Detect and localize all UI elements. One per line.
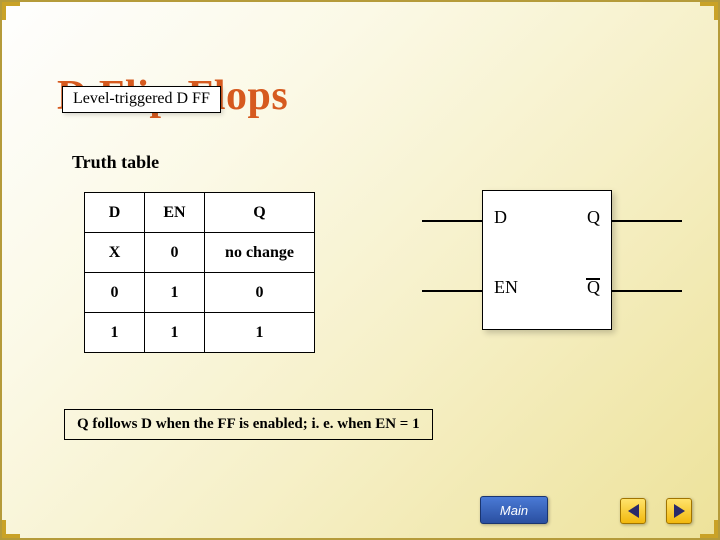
table-row: X 0 no change [85, 233, 315, 273]
corner-ornament [2, 520, 20, 538]
main-button[interactable]: Main [480, 496, 548, 524]
table-row: 0 1 0 [85, 273, 315, 313]
col-header-q: Q [205, 193, 315, 233]
pin-label-d: D [494, 207, 507, 228]
wire-en-in [422, 290, 482, 292]
corner-ornament [700, 520, 718, 538]
cell-q: no change [205, 233, 315, 273]
cell-en: 0 [145, 233, 205, 273]
pin-label-qbar: Q [587, 277, 600, 298]
table-header-row: D EN Q [85, 193, 315, 233]
prev-button[interactable] [620, 498, 646, 524]
cell-en: 1 [145, 313, 205, 353]
pin-label-en: EN [494, 277, 518, 298]
truth-table-heading: Truth table [72, 152, 159, 173]
cell-q: 1 [205, 313, 315, 353]
cell-q: 0 [205, 273, 315, 313]
subtitle-box: Level-triggered D FF [62, 86, 221, 113]
arrow-right-icon [674, 504, 685, 518]
qbar-overbar [586, 278, 600, 280]
arrow-left-icon [628, 504, 639, 518]
truth-table: D EN Q X 0 no change 0 1 0 1 1 1 [84, 192, 315, 353]
wire-qbar-out [612, 290, 682, 292]
description-box: Q follows D when the FF is enabled; i. e… [64, 409, 433, 440]
corner-ornament [700, 2, 718, 20]
col-header-d: D [85, 193, 145, 233]
table-row: 1 1 1 [85, 313, 315, 353]
cell-en: 1 [145, 273, 205, 313]
cell-d: X [85, 233, 145, 273]
wire-d-in [422, 220, 482, 222]
cell-d: 0 [85, 273, 145, 313]
col-header-en: EN [145, 193, 205, 233]
corner-ornament [2, 2, 20, 20]
pin-label-q: Q [587, 207, 600, 228]
main-button-label: Main [500, 503, 528, 518]
wire-q-out [612, 220, 682, 222]
flipflop-diagram: D EN Q Q [422, 182, 692, 352]
slide: D Flip-Flops Level-triggered D FF Truth … [0, 0, 720, 540]
cell-d: 1 [85, 313, 145, 353]
next-button[interactable] [666, 498, 692, 524]
